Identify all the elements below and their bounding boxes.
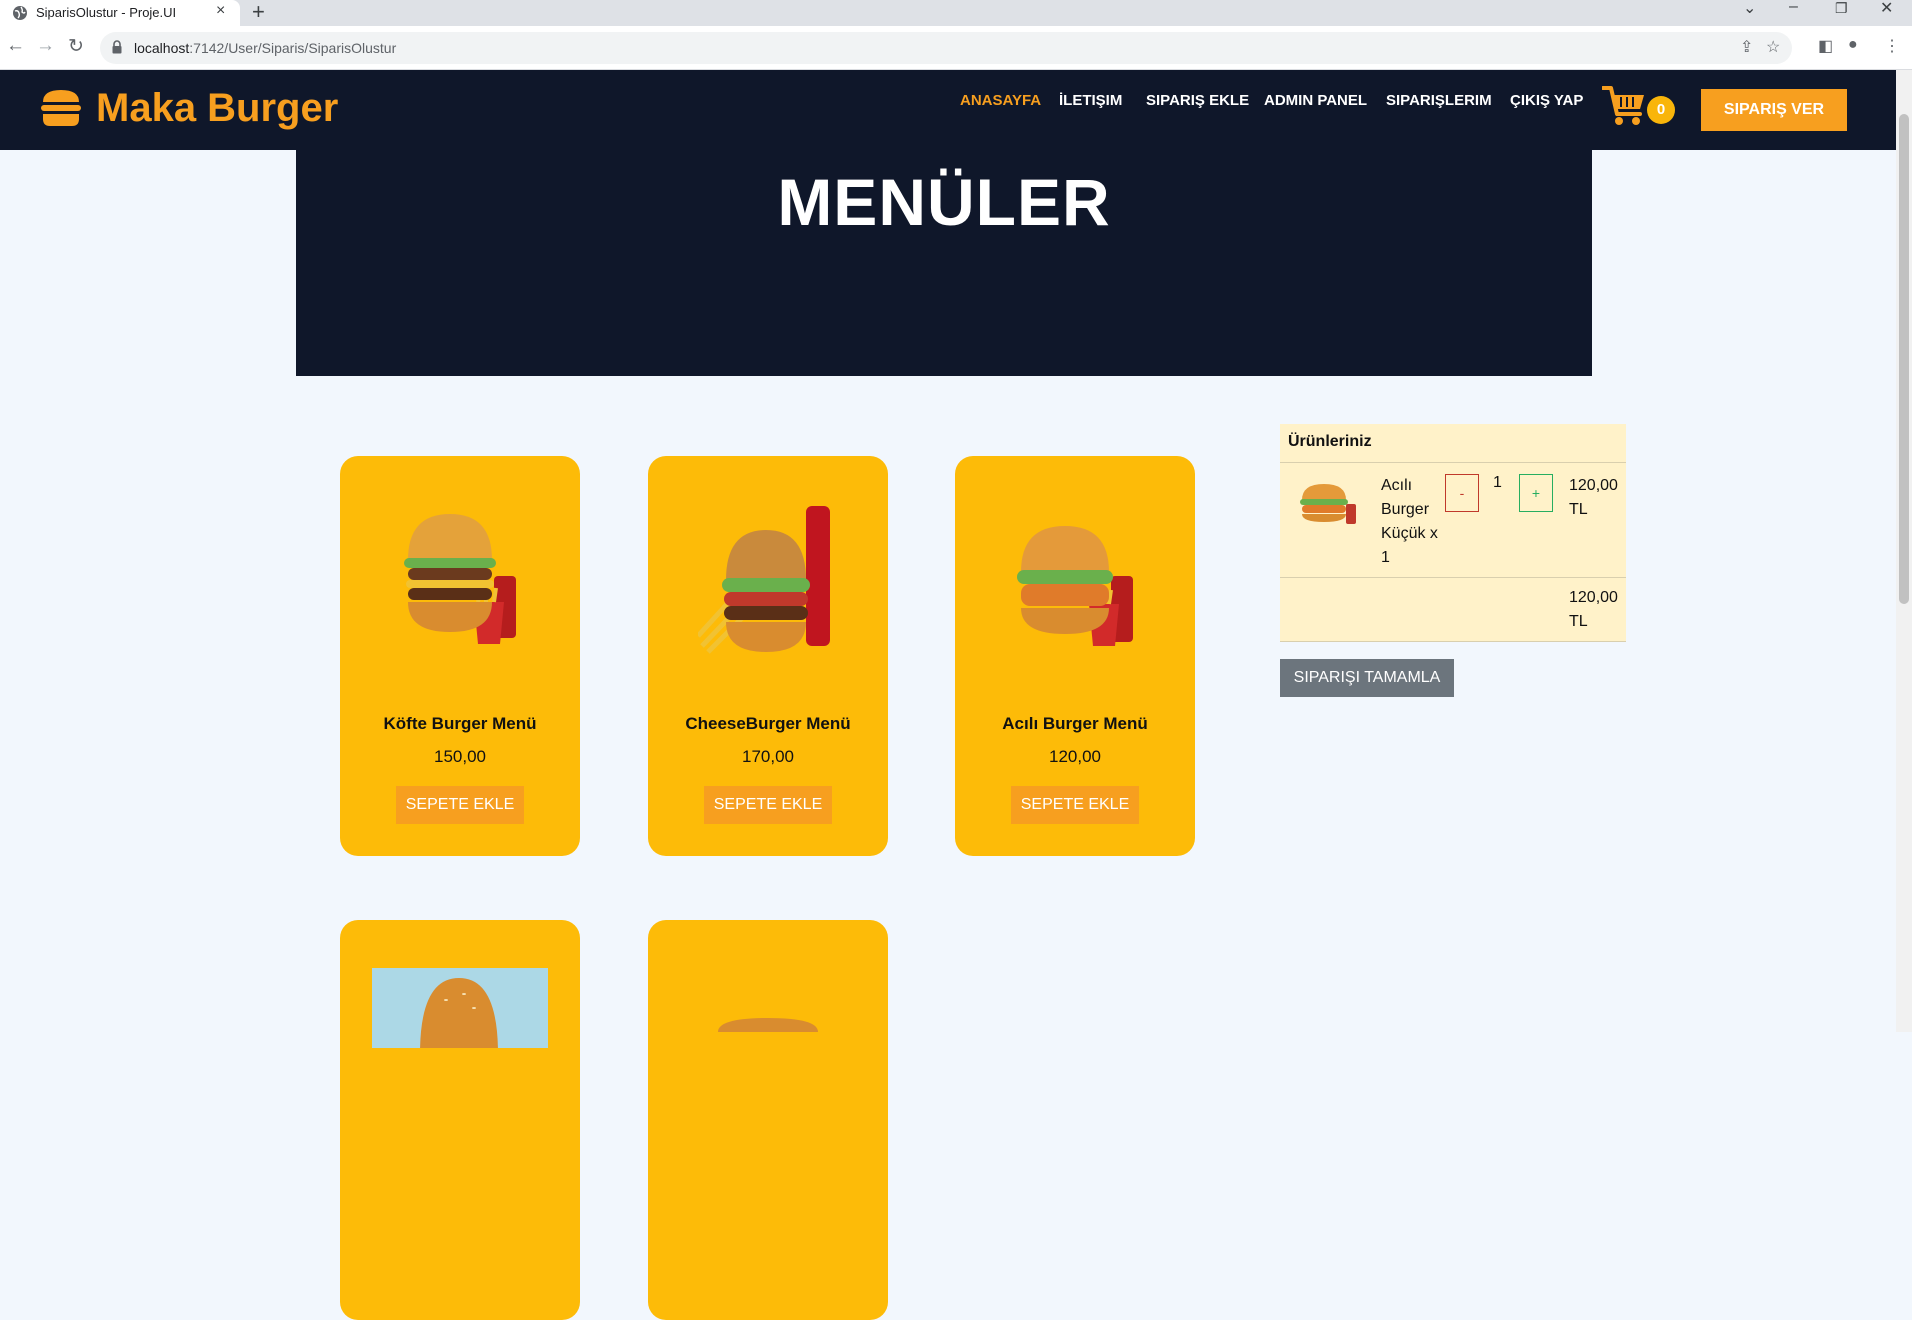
globe-icon: [13, 6, 27, 20]
nav-admin-panel[interactable]: ADMIN PANEL: [1264, 92, 1367, 109]
divider: [1280, 462, 1626, 463]
back-icon[interactable]: ←: [6, 35, 25, 57]
plus-icon[interactable]: +: [252, 0, 265, 25]
cart-count-badge: 0: [1647, 96, 1675, 124]
product-card: CheeseBurger Menü 170,00 SEPETE EKLE: [648, 456, 888, 856]
page-title: MENÜLER: [777, 165, 1111, 239]
reload-icon[interactable]: ↻: [68, 35, 84, 58]
share-icon[interactable]: ⇪: [1740, 37, 1753, 57]
product-image: [718, 1018, 818, 1032]
product-price: 150,00: [434, 747, 486, 766]
add-to-cart-button[interactable]: SEPETE EKLE: [396, 786, 524, 824]
product-card: [648, 920, 888, 1320]
profile-icon[interactable]: ●: [1848, 36, 1858, 54]
nav-my-orders[interactable]: SIPARIŞLERIM: [1386, 92, 1492, 109]
tab-title: SiparisOlustur - Proje.UI: [36, 5, 177, 20]
add-to-cart-button[interactable]: SEPETE EKLE: [1011, 786, 1139, 824]
divider: [1280, 577, 1626, 578]
product-image: [698, 506, 830, 654]
window-close-icon[interactable]: ✕: [1880, 0, 1893, 18]
cart-item-name: Acılı Burger Küçük x 1: [1381, 477, 1438, 566]
browser-tab-bar: SiparisOlustur - Proje.UI × + ⌄ – ❐ ✕: [0, 0, 1912, 26]
product-name: Acılı Burger Menü: [1002, 714, 1148, 733]
burger-image: [420, 978, 498, 1048]
add-to-cart-button[interactable]: SEPETE EKLE: [704, 786, 832, 824]
kebab-menu-icon[interactable]: ⋮: [1884, 36, 1900, 56]
url-text: localhost:7142/User/Siparis/SiparisOlust…: [134, 40, 397, 56]
chevron-down-icon[interactable]: ⌄: [1743, 0, 1756, 18]
product-image: [404, 514, 516, 644]
cart-item-quantity: 1: [1493, 474, 1502, 491]
divider: [1280, 641, 1626, 642]
product-card: [340, 920, 580, 1320]
nav-contact[interactable]: İLETIŞIM: [1059, 92, 1122, 109]
hero-banner: MENÜLER: [296, 150, 1592, 376]
brand-name[interactable]: Maka Burger: [96, 86, 338, 131]
product-card: Acılı Burger Menü 120,00 SEPETE EKLE: [955, 456, 1195, 856]
scrollbar-thumb[interactable]: [1899, 114, 1909, 604]
cart-item-image: [1300, 484, 1356, 524]
page-scrollbar[interactable]: [1896, 70, 1912, 1032]
close-icon[interactable]: ×: [216, 2, 225, 20]
place-order-button[interactable]: SIPARIŞ VER: [1701, 89, 1847, 131]
nav-logout[interactable]: ÇIKIŞ YAP: [1510, 92, 1583, 109]
product-image: [1017, 526, 1133, 646]
decrease-quantity-button[interactable]: -: [1445, 474, 1479, 512]
cart-total: 120,00 TL: [1569, 589, 1618, 630]
product-image: [372, 968, 548, 1048]
cart-item-price: 120,00 TL: [1569, 477, 1618, 518]
complete-order-button[interactable]: SIPARIŞI TAMAMLA: [1280, 659, 1454, 697]
cart-icon[interactable]: [1602, 84, 1646, 126]
increase-quantity-button[interactable]: +: [1519, 474, 1553, 512]
nav-home[interactable]: ANASAYFA: [960, 92, 1041, 109]
url-field[interactable]: localhost:7142/User/Siparis/SiparisOlust…: [100, 32, 1792, 64]
browser-tab[interactable]: SiparisOlustur - Proje.UI ×: [0, 0, 240, 26]
restore-icon[interactable]: ❐: [1835, 0, 1848, 17]
cart-heading: Ürünleriniz: [1288, 433, 1372, 450]
burger-logo-icon: [41, 90, 81, 126]
product-name: CheeseBurger Menü: [685, 714, 851, 733]
product-name: Köfte Burger Menü: [383, 714, 537, 733]
sidepanel-icon[interactable]: ◧: [1818, 36, 1833, 56]
site-header: Maka Burger ANASAYFA İLETIŞIM SIPARIŞ EK…: [0, 70, 1896, 150]
product-price: 170,00: [742, 747, 794, 766]
minimize-icon[interactable]: –: [1789, 0, 1798, 16]
address-bar-row: ← → ↻ localhost:7142/User/Siparis/Sipari…: [0, 26, 1912, 70]
nav-add-order[interactable]: SIPARIŞ EKLE: [1146, 92, 1249, 109]
product-card: Köfte Burger Menü 150,00 SEPETE EKLE: [340, 456, 580, 856]
product-price: 120,00: [1049, 747, 1101, 766]
cart-panel: Ürünleriniz Acılı Burger Küçük x 1 - 1 +…: [1280, 424, 1626, 642]
forward-icon[interactable]: →: [36, 35, 55, 57]
lock-icon: [112, 40, 122, 54]
star-icon[interactable]: ☆: [1766, 37, 1780, 57]
